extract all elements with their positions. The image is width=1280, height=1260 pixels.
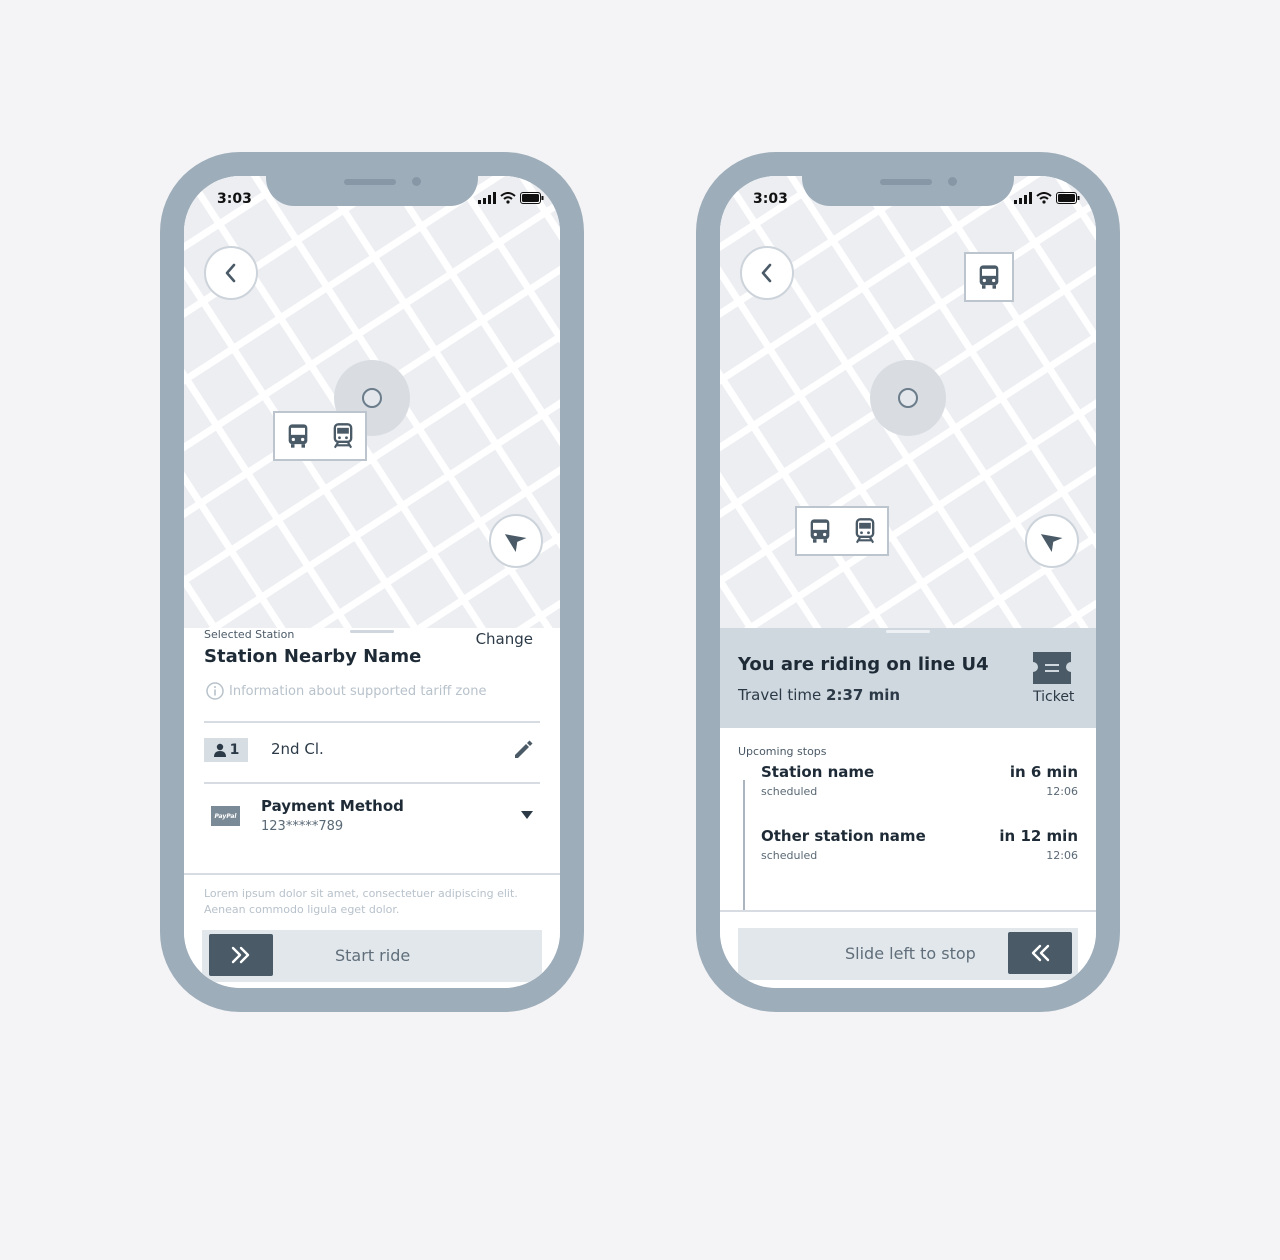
pencil-icon <box>515 740 533 758</box>
bus-icon <box>806 517 834 545</box>
double-chevron-right-icon <box>231 946 250 964</box>
wifi-icon <box>1036 192 1052 204</box>
bus-icon <box>975 263 1003 291</box>
phone-frame-right: 3:03 You are riding on line U4 Travel ti… <box>696 152 1120 1012</box>
paypal-logo: PayPal <box>211 806 240 826</box>
stop-time: 12:06 <box>1046 849 1078 862</box>
status-icons <box>1014 192 1080 204</box>
travel-time-label: Travel time <box>738 686 822 704</box>
camera <box>948 177 957 186</box>
chevron-left-icon <box>225 263 236 283</box>
tariff-info[interactable]: Information about supported tariff zone <box>206 682 486 700</box>
status-time: 3:03 <box>217 191 252 207</box>
speaker <box>344 179 396 185</box>
start-ride-slider[interactable]: Start ride <box>202 930 542 982</box>
map-view[interactable] <box>720 176 1096 628</box>
signal-icon <box>1014 192 1032 204</box>
edit-ticket-button[interactable] <box>512 738 534 764</box>
stop-status: scheduled <box>761 849 818 862</box>
notch <box>802 176 1014 206</box>
person-icon <box>213 743 226 757</box>
ride-line-title: You are riding on line U4 <box>738 654 989 675</box>
current-location-marker <box>870 360 946 436</box>
back-button[interactable] <box>204 246 258 300</box>
sheet-handle[interactable] <box>350 630 394 633</box>
stop-eta: in 6 min <box>1009 763 1078 781</box>
location-dot <box>898 388 918 408</box>
change-station-button[interactable]: Change <box>476 630 533 648</box>
screen-left: 3:03 Selected Station Station Nearby Nam… <box>184 176 560 988</box>
screen-right: 3:03 You are riding on line U4 Travel ti… <box>720 176 1096 988</box>
location-dot <box>362 388 382 408</box>
tariff-info-text: Information about supported tariff zone <box>229 683 487 699</box>
chevron-down-icon[interactable] <box>521 811 533 819</box>
selected-station-label: Selected Station <box>204 628 295 641</box>
wifi-icon <box>500 192 516 204</box>
slider-knob[interactable] <box>209 934 273 976</box>
train-icon <box>329 422 357 450</box>
battery-icon <box>520 192 544 204</box>
info-icon <box>206 682 224 700</box>
slider-knob[interactable] <box>1008 932 1072 974</box>
passenger-count-badge[interactable]: 1 <box>204 738 248 762</box>
disclaimer-text: Lorem ipsum dolor sit amet, consectetuer… <box>204 887 518 916</box>
speaker <box>880 179 932 185</box>
stop-name: Other station name <box>761 827 926 845</box>
divider <box>204 721 540 723</box>
navigation-arrow-icon <box>1040 534 1063 553</box>
divider <box>204 782 540 784</box>
route-line <box>743 780 745 910</box>
phone-frame-left: 3:03 Selected Station Station Nearby Nam… <box>160 152 584 1012</box>
ticket-icon[interactable] <box>1033 652 1071 684</box>
station-marker[interactable] <box>795 506 889 556</box>
travel-time: Travel time 2:37 min <box>738 686 900 704</box>
ticket-button-label[interactable]: Ticket <box>1033 689 1074 705</box>
sheet-handle[interactable] <box>886 630 930 633</box>
passenger-count: 1 <box>229 742 240 758</box>
notch <box>266 176 478 206</box>
camera <box>412 177 421 186</box>
stop-eta: in 12 min <box>999 827 1078 845</box>
train-icon <box>851 517 879 545</box>
stop-ride-label: Slide left to stop <box>845 944 976 963</box>
travel-time-value: 2:37 min <box>826 686 901 704</box>
station-name: Station Nearby Name <box>204 646 422 667</box>
status-time: 3:03 <box>753 191 788 207</box>
double-chevron-left-icon <box>1031 944 1050 962</box>
stop-status: scheduled <box>761 785 818 798</box>
stop-ride-slider[interactable]: Slide left to stop <box>738 928 1078 980</box>
stop-time: 12:06 <box>1046 785 1078 798</box>
payment-method-title: Payment Method <box>261 797 404 815</box>
signal-icon <box>478 192 496 204</box>
status-icons <box>478 192 544 204</box>
upcoming-stops-label: Upcoming stops <box>738 745 827 758</box>
bus-icon <box>284 422 312 450</box>
battery-icon <box>1056 192 1080 204</box>
navigation-arrow-icon <box>504 534 527 553</box>
stop-name: Station name <box>761 763 875 781</box>
travel-class: 2nd Cl. <box>271 740 324 758</box>
locate-me-button[interactable] <box>1025 514 1079 568</box>
station-marker[interactable] <box>273 411 367 461</box>
back-button[interactable] <box>740 246 794 300</box>
vehicle-marker[interactable] <box>964 252 1014 302</box>
start-ride-label: Start ride <box>335 946 411 965</box>
locate-me-button[interactable] <box>489 514 543 568</box>
payment-account-number: 123*****789 <box>261 819 344 834</box>
chevron-left-icon <box>761 263 772 283</box>
map-view[interactable] <box>184 176 560 628</box>
